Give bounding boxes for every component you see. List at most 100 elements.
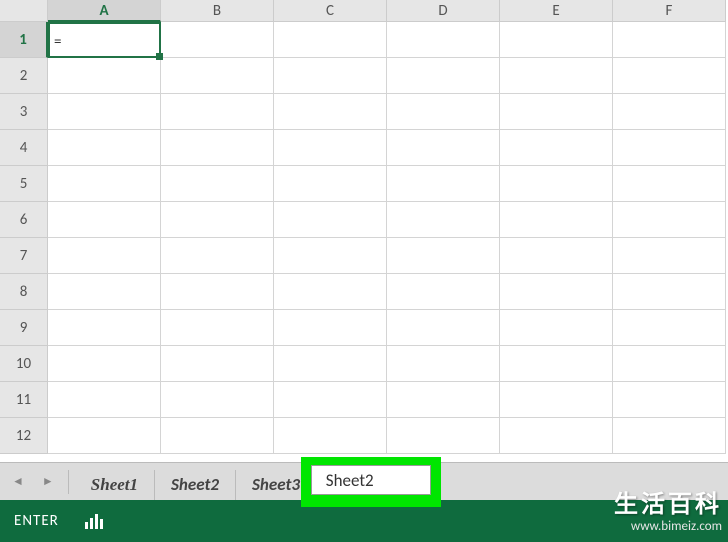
cell[interactable] — [274, 346, 387, 382]
cell[interactable] — [387, 382, 500, 418]
cell[interactable] — [387, 238, 500, 274]
row-header-4[interactable]: 4 — [0, 130, 48, 166]
cell[interactable] — [48, 274, 161, 310]
column-header-C[interactable]: C — [274, 0, 387, 22]
cell[interactable] — [161, 238, 274, 274]
cell[interactable] — [48, 130, 161, 166]
cell[interactable] — [500, 310, 613, 346]
column-header-F[interactable]: F — [613, 0, 726, 22]
row-header-2[interactable]: 2 — [0, 58, 48, 94]
cell[interactable] — [387, 166, 500, 202]
cell-A1[interactable]: = — [48, 22, 161, 58]
row-header-11[interactable]: 11 — [0, 382, 48, 418]
cell[interactable] — [500, 166, 613, 202]
column-header-A[interactable]: A — [48, 0, 161, 22]
cell[interactable] — [48, 238, 161, 274]
cell[interactable] — [48, 94, 161, 130]
sheet-tab-sheet3[interactable]: Sheet3 — [236, 470, 317, 500]
cell[interactable] — [161, 202, 274, 238]
column-headers-row: A B C D E F — [0, 0, 728, 22]
cell[interactable] — [387, 94, 500, 130]
cell[interactable] — [48, 310, 161, 346]
cell[interactable] — [613, 202, 726, 238]
cell[interactable] — [48, 58, 161, 94]
cell[interactable] — [387, 58, 500, 94]
status-mode-text: ENTER — [14, 512, 59, 530]
cell[interactable] — [161, 382, 274, 418]
row-header-10[interactable]: 10 — [0, 346, 48, 382]
cell[interactable] — [500, 382, 613, 418]
prev-sheet-arrow-icon[interactable]: ◄ — [12, 474, 24, 489]
cell[interactable] — [500, 346, 613, 382]
cell-E1[interactable] — [500, 22, 613, 58]
sheet-tab-sheet1[interactable]: Sheet1 — [75, 470, 155, 500]
cell[interactable] — [274, 202, 387, 238]
add-sheet-button[interactable]: + — [334, 478, 356, 500]
macro-record-icon[interactable] — [85, 513, 105, 529]
cell[interactable] — [161, 274, 274, 310]
row-header-1[interactable]: 1 — [0, 22, 48, 58]
cell[interactable] — [500, 202, 613, 238]
column-header-D[interactable]: D — [387, 0, 500, 22]
cell[interactable] — [274, 274, 387, 310]
cell[interactable] — [613, 166, 726, 202]
cell[interactable] — [500, 58, 613, 94]
sheet-tab-sheet2[interactable]: Sheet2 — [155, 470, 236, 500]
row-header-12[interactable]: 12 — [0, 418, 48, 454]
cell[interactable] — [387, 346, 500, 382]
cell[interactable] — [161, 418, 274, 454]
row-header-3[interactable]: 3 — [0, 94, 48, 130]
cell[interactable] — [274, 94, 387, 130]
cell[interactable] — [500, 130, 613, 166]
cell[interactable] — [387, 310, 500, 346]
next-sheet-arrow-icon[interactable]: ► — [42, 474, 54, 489]
cell[interactable] — [161, 310, 274, 346]
cell[interactable] — [48, 418, 161, 454]
cell-B1[interactable] — [161, 22, 274, 58]
cell[interactable] — [500, 94, 613, 130]
cell[interactable] — [613, 310, 726, 346]
cell[interactable] — [274, 382, 387, 418]
row-header-9[interactable]: 9 — [0, 310, 48, 346]
cell[interactable] — [613, 58, 726, 94]
row-header-5[interactable]: 5 — [0, 166, 48, 202]
cell[interactable] — [613, 274, 726, 310]
cell[interactable] — [48, 382, 161, 418]
cell[interactable] — [613, 130, 726, 166]
cell[interactable] — [613, 382, 726, 418]
cell[interactable] — [274, 58, 387, 94]
cell[interactable] — [500, 274, 613, 310]
cell[interactable] — [161, 58, 274, 94]
cell[interactable] — [613, 238, 726, 274]
cell[interactable] — [387, 130, 500, 166]
column-header-E[interactable]: E — [500, 0, 613, 22]
cell[interactable] — [500, 418, 613, 454]
cell[interactable] — [161, 94, 274, 130]
cell[interactable] — [613, 346, 726, 382]
select-all-corner[interactable] — [0, 0, 48, 22]
cell[interactable] — [387, 274, 500, 310]
cell[interactable] — [161, 166, 274, 202]
cell[interactable] — [387, 202, 500, 238]
cell-F1[interactable] — [613, 22, 726, 58]
cell[interactable] — [274, 166, 387, 202]
row-header-6[interactable]: 6 — [0, 202, 48, 238]
column-header-B[interactable]: B — [161, 0, 274, 22]
cell-C1[interactable] — [274, 22, 387, 58]
cell[interactable] — [274, 238, 387, 274]
cell[interactable] — [613, 94, 726, 130]
cell[interactable] — [500, 238, 613, 274]
cell[interactable] — [274, 130, 387, 166]
row-header-8[interactable]: 8 — [0, 274, 48, 310]
cell[interactable] — [387, 418, 500, 454]
cell[interactable] — [48, 166, 161, 202]
cell[interactable] — [161, 130, 274, 166]
cell[interactable] — [274, 310, 387, 346]
row-header-7[interactable]: 7 — [0, 238, 48, 274]
cell-D1[interactable] — [387, 22, 500, 58]
cell[interactable] — [48, 202, 161, 238]
cell[interactable] — [613, 418, 726, 454]
cell[interactable] — [274, 418, 387, 454]
cell[interactable] — [48, 346, 161, 382]
cell[interactable] — [161, 346, 274, 382]
